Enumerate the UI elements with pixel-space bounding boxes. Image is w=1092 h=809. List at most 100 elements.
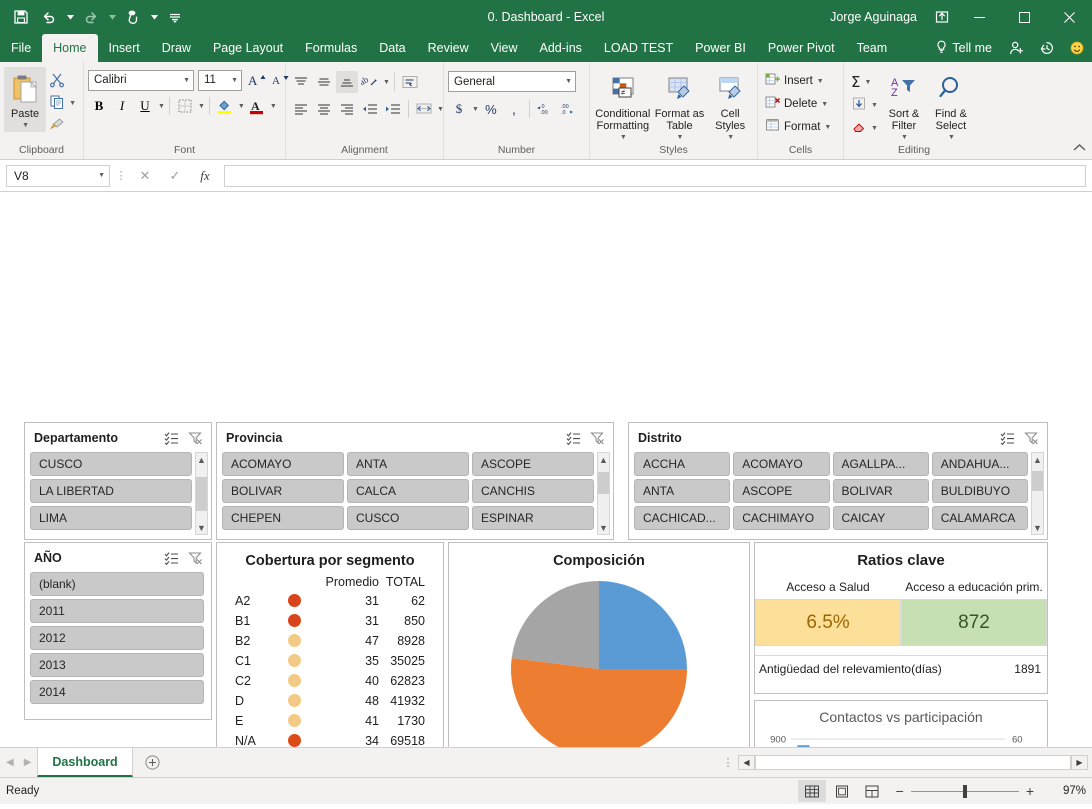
merge-center-dropdown-icon[interactable]: ▼ xyxy=(436,106,444,113)
borders-button[interactable] xyxy=(174,95,196,117)
feedback-smiley-icon[interactable] xyxy=(1062,34,1092,62)
clear-filter-icon[interactable] xyxy=(1021,429,1042,447)
version-history-icon[interactable] xyxy=(1032,34,1062,62)
sort-filter-dropdown-icon[interactable]: ▼ xyxy=(900,132,908,144)
slicer-item[interactable]: ESPINAR xyxy=(472,506,594,530)
share-icon[interactable] xyxy=(927,0,957,34)
zoom-in-button[interactable]: + xyxy=(1026,783,1034,799)
slicer-provincia[interactable]: Provincia ACOMAYOANTAASCOPEBOLIVARCALCAC… xyxy=(216,422,614,540)
slicer-item[interactable]: CALAMARCA xyxy=(932,506,1028,530)
horizontal-scrollbar[interactable]: ◀ ▶ xyxy=(738,755,1088,770)
redo-icon[interactable] xyxy=(78,5,104,29)
slicer-item[interactable]: LIMA xyxy=(30,506,192,530)
delete-cells-button[interactable]: Delete ▼ xyxy=(762,93,831,115)
fill-color-dropdown-icon[interactable]: ▼ xyxy=(237,103,245,110)
slicer-item[interactable]: BOLIVAR xyxy=(222,479,344,503)
format-as-table-button[interactable]: Format as Table ▼ xyxy=(652,67,708,144)
scroll-down-icon[interactable]: ▼ xyxy=(1033,521,1042,534)
tab-draw[interactable]: Draw xyxy=(151,34,202,62)
slicer-item[interactable]: CUSCO xyxy=(347,506,469,530)
tab-file[interactable]: File xyxy=(0,34,42,62)
tab-load-test[interactable]: LOAD TEST xyxy=(593,34,684,62)
worksheet-canvas[interactable]: Departamento CUSCOLA LIBERTADLIMA ▲ ▼ AÑ… xyxy=(0,192,1092,748)
normal-view-button[interactable] xyxy=(798,780,826,802)
cut-button[interactable] xyxy=(46,70,79,92)
horizontal-scroll-track[interactable] xyxy=(755,755,1071,770)
format-cells-dropdown-icon[interactable]: ▼ xyxy=(823,124,831,131)
bold-button[interactable]: B xyxy=(88,95,110,117)
format-cells-button[interactable]: Format ▼ xyxy=(762,116,834,138)
paste-button[interactable]: Paste ▼ xyxy=(4,67,46,132)
font-color-dropdown-icon[interactable]: ▼ xyxy=(269,103,277,110)
font-name-dropdown-icon[interactable]: ▼ xyxy=(182,77,190,84)
scroll-left-icon[interactable]: ◀ xyxy=(738,755,755,770)
find-select-dropdown-icon[interactable]: ▼ xyxy=(947,132,955,144)
clear-filter-icon[interactable] xyxy=(185,429,206,447)
font-color-button[interactable]: A xyxy=(246,95,268,117)
slicer-item[interactable]: CUSCO xyxy=(30,452,192,476)
multi-select-icon[interactable] xyxy=(161,429,182,447)
slicer-item[interactable]: ACOMAYO xyxy=(733,452,829,476)
align-right-button[interactable] xyxy=(336,98,358,120)
format-as-table-dropdown-icon[interactable]: ▼ xyxy=(676,132,684,144)
fill-color-button[interactable] xyxy=(214,95,236,117)
tab-power-pivot[interactable]: Power Pivot xyxy=(757,34,846,62)
wrap-text-button[interactable] xyxy=(399,71,421,93)
tab-split-handle[interactable]: ⋮ xyxy=(718,756,738,769)
slicer-item[interactable]: 2011 xyxy=(30,599,204,623)
page-layout-view-button[interactable] xyxy=(828,780,856,802)
scroll-up-icon[interactable]: ▲ xyxy=(599,453,608,466)
slicer-item[interactable]: ASCOPE xyxy=(733,479,829,503)
slicer-item[interactable]: CACHIMAYO xyxy=(733,506,829,530)
slicer-item[interactable]: ACOMAYO xyxy=(222,452,344,476)
slicer-item[interactable]: ACCHA xyxy=(634,452,730,476)
zoom-thumb[interactable] xyxy=(963,785,967,798)
merge-center-button[interactable] xyxy=(413,98,435,120)
comma-style-button[interactable]: , xyxy=(503,98,525,120)
slicer-departamento[interactable]: Departamento CUSCOLA LIBERTADLIMA ▲ ▼ xyxy=(24,422,212,540)
increase-decimal-button[interactable]: .0.00 xyxy=(534,98,556,120)
slicer-item[interactable]: ANDAHUA... xyxy=(932,452,1028,476)
composicion-chart-panel[interactable]: Composición xyxy=(448,542,750,748)
paste-dropdown-icon[interactable]: ▼ xyxy=(21,120,29,132)
scroll-down-icon[interactable]: ▼ xyxy=(197,521,206,534)
middle-align-button[interactable] xyxy=(313,71,335,93)
number-format-dropdown-icon[interactable]: ▼ xyxy=(564,78,572,85)
decrease-indent-button[interactable] xyxy=(359,98,381,120)
undo-dropdown-icon[interactable] xyxy=(64,5,76,29)
insert-cells-dropdown-icon[interactable]: ▼ xyxy=(816,78,824,85)
accounting-dropdown-icon[interactable]: ▼ xyxy=(471,106,479,113)
font-name-combo[interactable]: Calibri ▼ xyxy=(88,70,194,91)
multi-select-icon[interactable] xyxy=(563,429,584,447)
borders-dropdown-icon[interactable]: ▼ xyxy=(197,103,205,110)
cell-styles-button[interactable]: Cell Styles ▼ xyxy=(707,67,753,144)
font-size-combo[interactable]: 11 ▼ xyxy=(198,70,242,91)
orientation-dropdown-icon[interactable]: ▼ xyxy=(382,79,390,86)
increase-font-size-button[interactable]: A xyxy=(246,69,268,91)
zoom-track[interactable] xyxy=(911,791,1019,792)
copy-dropdown-icon[interactable]: ▼ xyxy=(68,100,76,107)
next-sheet-icon[interactable]: ▶ xyxy=(24,757,32,768)
slicer-departamento-scrollbar[interactable]: ▲ ▼ xyxy=(195,452,208,535)
scroll-down-icon[interactable]: ▼ xyxy=(599,521,608,534)
scroll-up-icon[interactable]: ▲ xyxy=(1033,453,1042,466)
minimize-button[interactable] xyxy=(957,0,1002,34)
enter-formula-button[interactable]: ✓ xyxy=(162,165,188,187)
format-painter-button[interactable] xyxy=(46,114,79,136)
accounting-format-button[interactable]: $ xyxy=(448,98,470,120)
percent-style-button[interactable]: % xyxy=(480,98,502,120)
clear-filter-icon[interactable] xyxy=(587,429,608,447)
increase-indent-button[interactable] xyxy=(382,98,404,120)
zoom-slider[interactable]: − + xyxy=(888,783,1042,799)
clear-filter-icon[interactable] xyxy=(185,549,206,567)
underline-button[interactable]: U xyxy=(134,95,156,117)
formula-bar-handle[interactable]: ⋮ xyxy=(114,169,128,182)
italic-button[interactable]: I xyxy=(111,95,133,117)
slicer-item[interactable]: BULDIBUYO xyxy=(932,479,1028,503)
insert-cells-button[interactable]: Insert ▼ xyxy=(762,70,827,92)
sheet-tab-dashboard[interactable]: Dashboard xyxy=(37,748,132,777)
redo-dropdown-icon[interactable] xyxy=(106,5,118,29)
slicer-item[interactable]: 2013 xyxy=(30,653,204,677)
formula-input[interactable] xyxy=(224,165,1086,187)
tab-home[interactable]: Home xyxy=(42,34,97,62)
